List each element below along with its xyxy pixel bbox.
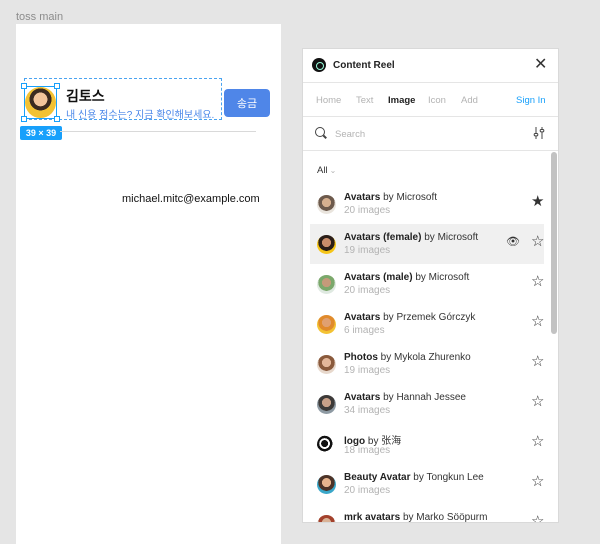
category-filter-label: All: [317, 165, 328, 176]
item-title: Avatars by Przemek Górczyk: [344, 312, 475, 323]
item-count: 6 images: [344, 325, 385, 336]
item-title: Avatars by Microsoft: [344, 192, 437, 203]
collection-thumbnail: [317, 395, 336, 414]
list-item[interactable]: Avatars by Microsoft 20 images ★: [310, 184, 544, 224]
sign-in-link[interactable]: Sign In: [516, 95, 546, 106]
resize-handle-br[interactable]: [54, 116, 60, 122]
resize-handle-tl[interactable]: [21, 83, 27, 89]
sliders-icon[interactable]: [533, 127, 545, 139]
item-title: Avatars by Hannah Jessee: [344, 392, 466, 403]
item-count: 20 images: [344, 485, 391, 496]
item-author: by Marko Sööpurm: [402, 512, 488, 523]
star-icon[interactable]: ★: [531, 193, 544, 211]
search-icon: [315, 127, 325, 137]
search-input[interactable]: [335, 126, 495, 142]
panda-logo-thumbnail: [317, 435, 336, 454]
list-item[interactable]: logo by 张海 18 images ☆: [310, 424, 544, 464]
scrollbar[interactable]: [551, 152, 557, 334]
item-author: by Microsoft: [424, 232, 479, 243]
list-item[interactable]: Beauty Avatar by Tongkun Lee 20 images ☆: [310, 464, 544, 504]
email-text[interactable]: michael.mitc@example.com: [122, 193, 260, 205]
item-author: by Microsoft: [383, 192, 438, 203]
content-reel-logo-icon: [312, 58, 326, 72]
list-item[interactable]: Avatars by Przemek Górczyk 6 images ☆: [310, 304, 544, 344]
item-author: by Microsoft: [415, 272, 470, 283]
item-count: 19 images: [344, 245, 391, 256]
item-count: 18 images: [344, 445, 391, 456]
list-item[interactable]: Avatars (male) by Microsoft 20 images ☆: [310, 264, 544, 304]
tab-icon[interactable]: Icon: [428, 95, 446, 106]
panel-header: Content Reel ✕: [303, 49, 558, 83]
tab-image[interactable]: Image: [388, 95, 415, 106]
item-count: 19 images: [344, 365, 391, 376]
item-author: by Hannah Jessee: [383, 392, 466, 403]
collection-thumbnail: [317, 235, 336, 254]
list-item[interactable]: mrk avatars by Marko Sööpurm ☆: [310, 504, 544, 523]
item-author: by Przemek Górczyk: [383, 312, 476, 323]
item-name: Avatars (female): [344, 232, 422, 243]
user-name[interactable]: 김토스: [66, 86, 105, 106]
item-author: by Tongkun Lee: [413, 472, 484, 483]
list-item[interactable]: Avatars (female) by Microsoft 19 images …: [310, 224, 544, 264]
item-count: 20 images: [344, 205, 391, 216]
divider: [60, 131, 256, 132]
item-author: by Mykola Zhurenko: [380, 352, 471, 363]
collection-thumbnail: [317, 195, 336, 214]
resize-handle-tr[interactable]: [54, 83, 60, 89]
item-title: Photos by Mykola Zhurenko: [344, 352, 471, 363]
item-title: Beauty Avatar by Tongkun Lee: [344, 472, 484, 483]
size-badge: 39 × 39: [20, 126, 62, 140]
image-collection-list: Avatars by Microsoft 20 images ★ Avatars…: [303, 184, 558, 523]
item-name: Avatars: [344, 192, 381, 203]
star-icon[interactable]: ☆: [531, 313, 544, 331]
item-name: mrk avatars: [344, 512, 401, 523]
avatar-selected[interactable]: [24, 86, 57, 119]
item-count: 20 images: [344, 285, 391, 296]
send-button[interactable]: 송금: [224, 89, 270, 117]
item-count: 34 images: [344, 405, 391, 416]
eye-icon[interactable]: 👁: [506, 235, 520, 248]
star-icon[interactable]: ☆: [531, 233, 544, 251]
panel-title: Content Reel: [333, 60, 395, 71]
item-name: Avatars (male): [344, 272, 413, 283]
chevron-down-icon: ⌄: [329, 166, 337, 175]
frame-label[interactable]: toss main: [16, 11, 63, 23]
content-reel-panel: Content Reel ✕ Home Text Image Icon Add …: [302, 48, 559, 523]
tab-text[interactable]: Text: [356, 95, 373, 106]
category-filter[interactable]: All ⌄: [317, 165, 336, 176]
star-icon[interactable]: ☆: [531, 273, 544, 291]
item-title: Avatars (female) by Microsoft: [344, 232, 478, 243]
star-icon[interactable]: ☆: [531, 433, 544, 451]
list-item[interactable]: Photos by Mykola Zhurenko 19 images ☆: [310, 344, 544, 384]
item-name: Beauty Avatar: [344, 472, 411, 483]
tab-home[interactable]: Home: [316, 95, 341, 106]
star-icon[interactable]: ☆: [531, 513, 544, 522]
tab-add[interactable]: Add: [461, 95, 478, 106]
tab-bar: Home Text Image Icon Add Sign In: [303, 83, 558, 117]
collection-thumbnail: [317, 315, 336, 334]
collection-thumbnail: [317, 475, 336, 494]
close-icon[interactable]: ✕: [534, 56, 547, 74]
avatar: [25, 87, 56, 118]
item-title: Avatars (male) by Microsoft: [344, 272, 469, 283]
item-name: Photos: [344, 352, 378, 363]
item-title: mrk avatars by Marko Sööpurm: [344, 512, 488, 523]
star-icon[interactable]: ☆: [531, 473, 544, 491]
star-icon[interactable]: ☆: [531, 393, 544, 411]
star-icon[interactable]: ☆: [531, 353, 544, 371]
item-name: Avatars: [344, 392, 381, 403]
resize-handle-bl[interactable]: [21, 116, 27, 122]
collection-thumbnail: [317, 515, 336, 522]
collection-thumbnail: [317, 275, 336, 294]
collection-thumbnail: [317, 355, 336, 374]
credit-score-link[interactable]: 내 신용 점수는? 지금 확인해보세요.: [66, 106, 214, 121]
list-item[interactable]: Avatars by Hannah Jessee 34 images ☆: [310, 384, 544, 424]
search-bar: [303, 117, 558, 151]
item-name: Avatars: [344, 312, 381, 323]
